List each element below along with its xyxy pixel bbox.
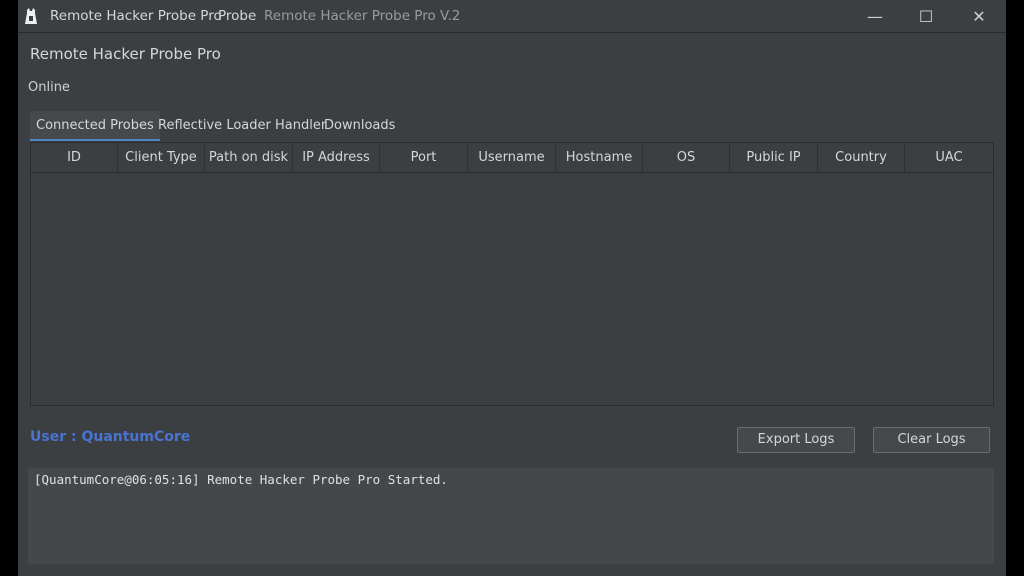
status-label: Online bbox=[28, 80, 70, 95]
window-version: Remote Hacker Probe Pro V.2 bbox=[264, 8, 461, 24]
column-header-os[interactable]: OS bbox=[643, 143, 730, 172]
column-header-uac[interactable]: UAC bbox=[905, 143, 993, 172]
column-header-port[interactable]: Port bbox=[380, 143, 468, 172]
column-header-username[interactable]: Username bbox=[468, 143, 556, 172]
window-subtitle: Probe bbox=[218, 8, 257, 24]
close-icon: ✕ bbox=[972, 6, 986, 26]
export-logs-button[interactable]: Export Logs bbox=[737, 427, 855, 453]
column-header-public-ip[interactable]: Public IP bbox=[730, 143, 818, 172]
column-header-client-type[interactable]: Client Type bbox=[118, 143, 205, 172]
tab-connected-probes[interactable]: Connected Probes bbox=[30, 111, 160, 141]
column-header-path-on-disk[interactable]: Path on disk bbox=[205, 143, 293, 172]
page-title: Remote Hacker Probe Pro bbox=[30, 45, 221, 63]
minimize-button[interactable]: — bbox=[852, 0, 898, 32]
column-header-ip-address[interactable]: IP Address bbox=[293, 143, 380, 172]
title-bar[interactable]: Remote Hacker Probe Pro Probe Remote Hac… bbox=[18, 0, 1006, 33]
app-logo-icon bbox=[25, 8, 37, 24]
user-label: User : QuantumCore bbox=[30, 429, 191, 445]
window-title: Remote Hacker Probe Pro bbox=[50, 8, 222, 24]
tab-downloads[interactable]: Downloads bbox=[318, 111, 401, 141]
app-window: Remote Hacker Probe Pro Probe Remote Hac… bbox=[18, 0, 1006, 576]
column-header-hostname[interactable]: Hostname bbox=[556, 143, 643, 172]
tab-reflective-loader-handler[interactable]: Reflective Loader Handler bbox=[152, 111, 332, 141]
minimize-icon: — bbox=[867, 6, 883, 26]
maximize-icon: ☐ bbox=[918, 6, 934, 26]
maximize-button[interactable]: ☐ bbox=[903, 0, 949, 32]
table-header: ID Client Type Path on disk IP Address P… bbox=[31, 143, 993, 173]
log-line: [QuantumCore@06:05:16] Remote Hacker Pro… bbox=[34, 472, 448, 487]
column-header-country[interactable]: Country bbox=[818, 143, 905, 172]
column-header-id[interactable]: ID bbox=[31, 143, 118, 172]
close-button[interactable]: ✕ bbox=[956, 0, 1002, 32]
log-console[interactable]: [QuantumCore@06:05:16] Remote Hacker Pro… bbox=[28, 468, 994, 564]
probes-table[interactable]: ID Client Type Path on disk IP Address P… bbox=[30, 142, 994, 406]
clear-logs-button[interactable]: Clear Logs bbox=[873, 427, 990, 453]
